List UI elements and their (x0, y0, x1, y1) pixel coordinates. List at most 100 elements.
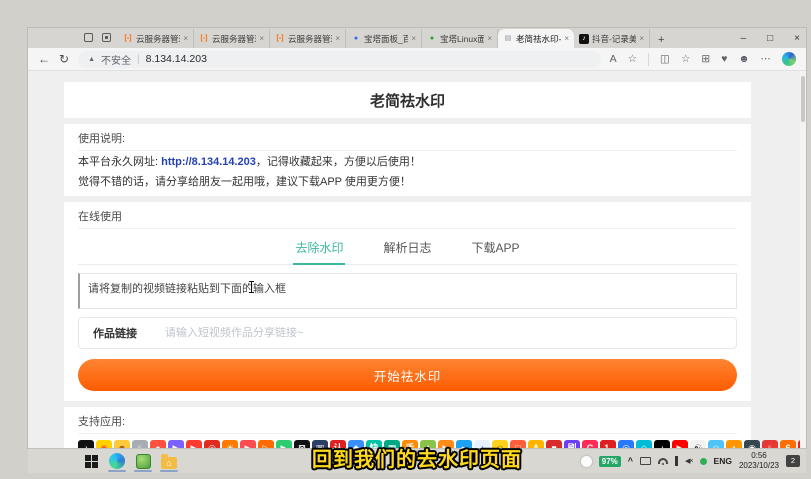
running-indicator (160, 470, 178, 472)
app-icon[interactable]: ☻ (114, 440, 130, 448)
security-warning-icon[interactable]: ▲ (88, 56, 95, 63)
perm-url-link[interactable]: http://8.134.14.203 (161, 156, 256, 168)
app-icon[interactable]: 6 (780, 440, 796, 448)
browser-tab[interactable]: [-] 云服务器管理 × (118, 29, 194, 48)
tray-expand-icon[interactable]: ^ (628, 456, 633, 466)
online-tab[interactable]: 下载APP (470, 233, 522, 264)
profile-avatar-icon[interactable]: ☻ (738, 53, 749, 65)
app-icon[interactable]: ♥ (546, 440, 562, 448)
tab-favicon-icon: [-] (199, 34, 209, 44)
app-icon[interactable]: ♨ (132, 440, 148, 448)
close-button[interactable]: × (794, 33, 800, 44)
video-subtitle: 回到我们的去水印页面 (312, 443, 522, 472)
minimize-button[interactable]: – (741, 33, 747, 44)
input-language[interactable]: ENG (714, 456, 732, 466)
tab-close-icon[interactable]: × (487, 34, 492, 43)
app-icon[interactable]: ◇ (636, 440, 652, 448)
tab-close-icon[interactable]: × (639, 34, 644, 43)
collections-icon[interactable]: ⊞ (701, 53, 710, 65)
link-input[interactable] (165, 327, 736, 339)
browser-tab[interactable]: ▤ 老简祛水印-… × (498, 29, 574, 48)
volume-muted-icon[interactable]: ◀× (685, 457, 692, 465)
app-icon[interactable]: ◉ (744, 440, 760, 448)
copilot-icon[interactable] (782, 52, 796, 66)
browser-tab[interactable]: [-] 云服务器管理 × (270, 29, 346, 48)
display-icon[interactable] (640, 457, 651, 465)
app-icon[interactable]: ▶ (186, 440, 202, 448)
app-icon[interactable]: ◉ (96, 440, 112, 448)
page-scrollbar[interactable] (800, 71, 806, 448)
app-icon[interactable]: ☺ (708, 440, 724, 448)
taskbar-app-button-2[interactable] (132, 449, 154, 473)
tab-list: [-] 云服务器管理 × [-] 云服务器管理 × [-] (118, 29, 650, 48)
page-viewport: 老简祛水印 使用说明: 本平台永久网址: http://8.134.14.203… (28, 71, 806, 448)
tab-close-icon[interactable]: × (335, 34, 340, 43)
notification-center-icon[interactable]: 2 (786, 455, 800, 467)
back-button[interactable]: ← (38, 52, 50, 66)
tab-close-icon[interactable]: × (411, 34, 416, 43)
app-icon[interactable]: ◎ (204, 440, 220, 448)
battery-percent-badge[interactable]: 97% (599, 456, 621, 467)
browser-essentials-icon[interactable]: ♥ (721, 53, 727, 65)
app-icon[interactable]: ⊠ (294, 440, 310, 448)
url-text[interactable]: 8.134.14.203 (146, 53, 207, 65)
app-icon[interactable]: ♪ (78, 440, 94, 448)
browser-tab[interactable]: ● 宝塔Linux面… × (422, 29, 498, 48)
browser-tab[interactable]: [-] 云服务器管理 × (194, 29, 270, 48)
tab-favicon-icon: ● (427, 34, 437, 44)
more-menu-icon[interactable]: ⋯ (761, 53, 772, 65)
app-icon[interactable]: ♨ (762, 440, 778, 448)
text-cursor-icon (248, 281, 255, 293)
online-tab[interactable]: 去除水印 (293, 233, 345, 265)
app-icon[interactable]: ▲ (726, 440, 742, 448)
scrollbar-thumb[interactable] (801, 76, 805, 122)
address-bar[interactable]: ▲ 不安全 | 8.134.14.203 (78, 51, 601, 68)
app-icon[interactable]: ☯ (690, 440, 706, 448)
app-icon[interactable]: ♪ (654, 440, 670, 448)
online-tab[interactable]: 解析日志 (381, 233, 433, 264)
paste-notice-box[interactable]: 请将复制的视频链接粘贴到下面的输入框 (78, 273, 737, 309)
click-indicator (581, 456, 592, 467)
toolbar-divider (648, 53, 649, 66)
taskbar-edge-button[interactable] (106, 449, 128, 473)
tab-actions-icon[interactable] (102, 33, 111, 42)
split-screen-icon[interactable]: ◫ (660, 53, 670, 65)
app-icon[interactable]: ◎ (618, 440, 634, 448)
new-tab-button[interactable]: + (650, 34, 672, 48)
tab-close-icon[interactable]: × (183, 34, 188, 43)
app-icon[interactable]: C (582, 440, 598, 448)
maximize-button[interactable]: □ (767, 33, 773, 44)
favorite-star-icon[interactable]: ☆ (628, 53, 637, 65)
app-icon[interactable]: A (528, 440, 544, 448)
workspaces-icon[interactable] (84, 33, 93, 42)
app-icon[interactable]: ▶ (168, 440, 184, 448)
wifi-icon[interactable] (658, 458, 668, 464)
favorites-hub-icon[interactable]: ☆ (681, 53, 690, 65)
page-title-text: 老简祛水印 (370, 90, 445, 111)
status-dot-icon[interactable] (700, 458, 707, 465)
clock[interactable]: 0:562023/10/23 (739, 451, 779, 470)
browser-window: [-] 云服务器管理 × [-] 云服务器管理 × [-] (28, 28, 806, 448)
read-aloud-icon[interactable]: A (610, 53, 617, 65)
app-icon[interactable]: ▶ (240, 440, 256, 448)
browser-tab[interactable]: ● 宝塔面板_百… × (346, 29, 422, 48)
app-icon[interactable]: ▷ (258, 440, 274, 448)
app-icon[interactable]: 刷 (564, 440, 580, 448)
app-icon[interactable]: ☀ (222, 440, 238, 448)
tab-title: 宝塔面板_百… (364, 33, 408, 45)
browser-tab[interactable]: ♪ 抖音-记录美… × (574, 29, 650, 48)
taskbar-app-button-3[interactable]: ⌂ (158, 449, 180, 473)
tab-close-icon[interactable]: × (259, 34, 264, 43)
usb-icon[interactable] (675, 456, 678, 466)
security-label: 不安全 (101, 52, 131, 67)
app-icon[interactable]: ▶ (672, 440, 688, 448)
tab-favicon-icon: [-] (275, 34, 285, 44)
tab-close-icon[interactable]: × (564, 34, 569, 43)
app-icon[interactable]: 1. (600, 440, 616, 448)
app-icon[interactable]: ▶ (276, 440, 292, 448)
tab-title: 云服务器管理 (288, 33, 332, 45)
start-button[interactable] (80, 449, 102, 473)
refresh-button[interactable]: ↻ (59, 52, 69, 66)
app-icon[interactable]: ● (150, 440, 166, 448)
start-remove-watermark-button[interactable]: 开始祛水印 (78, 359, 737, 391)
